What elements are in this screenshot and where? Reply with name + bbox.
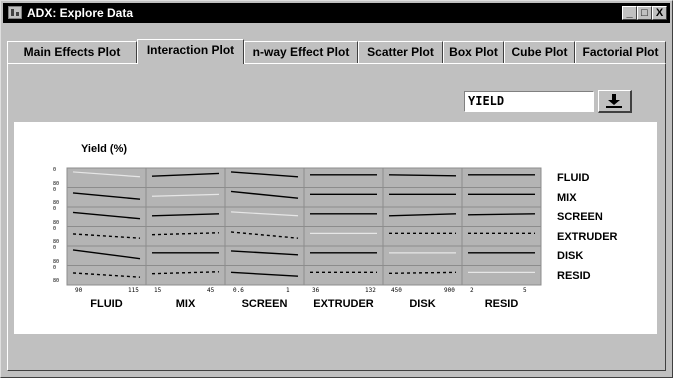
plot-cell-screen-disk	[382, 206, 463, 227]
plot-cell-mix-fluid	[66, 187, 147, 208]
plot-cell-disk-resid	[461, 245, 542, 266]
x-tick-label-high: 115	[128, 287, 139, 294]
x-tick-label-low: 450	[391, 287, 402, 294]
row-label-resid: RESID	[557, 269, 591, 282]
y-tick-label: 0	[53, 186, 57, 193]
x-tick-label-low: 15	[154, 287, 162, 294]
plot-cell-screen-screen	[224, 206, 305, 227]
plot-cell-fluid-resid	[461, 167, 542, 188]
plot-cell-extruder-resid	[461, 226, 542, 247]
column-label-extruder: EXTRUDER	[313, 298, 374, 310]
plot-cell-disk-mix	[145, 245, 226, 266]
x-tick-label-high: 1	[286, 287, 290, 294]
y-tick-label: 0	[53, 206, 57, 212]
plot-cell-fluid-extruder	[303, 167, 384, 188]
x-tick-label-low: 2	[470, 287, 474, 294]
column-label-disk: DISK	[409, 298, 436, 310]
column-label-screen: SCREEN	[241, 298, 288, 310]
plot-cell-fluid-mix	[145, 167, 226, 188]
x-tick-label-low: 90	[75, 287, 83, 294]
plot-cell-extruder-extruder	[303, 226, 384, 247]
x-tick-label-high: 45	[207, 287, 215, 294]
x-tick-label-high: 5	[523, 287, 527, 294]
plot-cell-extruder-disk	[382, 226, 463, 247]
plot-cell-mix-extruder	[303, 187, 384, 208]
interaction-line	[467, 213, 536, 216]
plot-cell-screen-resid	[461, 206, 542, 227]
column-label-resid: RESID	[484, 298, 519, 310]
plot-cell-disk-disk	[382, 245, 463, 266]
plot-cell-resid-extruder	[303, 265, 384, 286]
row-label-disk: DISK	[557, 250, 584, 262]
plot-cell-fluid-disk	[382, 167, 463, 188]
plot-cell-resid-mix	[145, 265, 226, 286]
interaction-line	[388, 174, 457, 177]
column-label-mix: MIX	[175, 298, 196, 310]
plot-cell-resid-disk	[382, 265, 463, 286]
y-tick-label: 0	[53, 167, 57, 173]
plot-cell-mix-mix	[145, 187, 226, 208]
plot-cell-disk-extruder	[303, 245, 384, 266]
x-tick-label-low: 0.6	[233, 287, 244, 294]
plot-cell-resid-fluid	[66, 265, 147, 286]
plot-cell-disk-screen	[224, 245, 305, 266]
plot-cell-screen-extruder	[303, 206, 384, 227]
plot-cell-extruder-mix	[145, 226, 226, 247]
plot-cell-mix-resid	[461, 187, 542, 208]
column-label-fluid: FLUID	[90, 298, 123, 310]
plot-cell-disk-fluid	[66, 245, 147, 266]
row-label-fluid: FLUID	[557, 172, 590, 184]
plot-cell-extruder-screen	[224, 226, 305, 247]
plot-cell-extruder-fluid	[66, 226, 147, 247]
explore-data-window: ADX: Explore Data _ □ X Main Effects Plo…	[0, 0, 673, 378]
plot-cell-resid-resid	[461, 265, 542, 286]
plot-cell-mix-disk	[382, 187, 463, 208]
x-tick-label-high: 900	[444, 287, 455, 294]
plot-cell-fluid-fluid	[66, 167, 147, 188]
row-label-screen: SCREEN	[557, 211, 603, 223]
y-tick-label: 0	[53, 225, 57, 232]
plot-cell-screen-mix	[145, 206, 226, 227]
y-tick-label: 0	[53, 245, 57, 251]
interaction-matrix	[66, 167, 542, 286]
x-tick-label-low: 36	[312, 287, 320, 294]
y-tick-label: 0	[53, 264, 57, 271]
tab-interaction-plot[interactable]: Interaction Plot	[137, 39, 244, 64]
row-label-extruder: EXTRUDER	[557, 230, 618, 243]
y-tick-label: 80	[53, 278, 60, 284]
x-tick-label-high: 132	[365, 287, 376, 294]
plot-cell-screen-fluid	[66, 206, 147, 227]
plot-cell-fluid-screen	[224, 167, 305, 188]
row-label-mix: MIX	[557, 191, 577, 204]
